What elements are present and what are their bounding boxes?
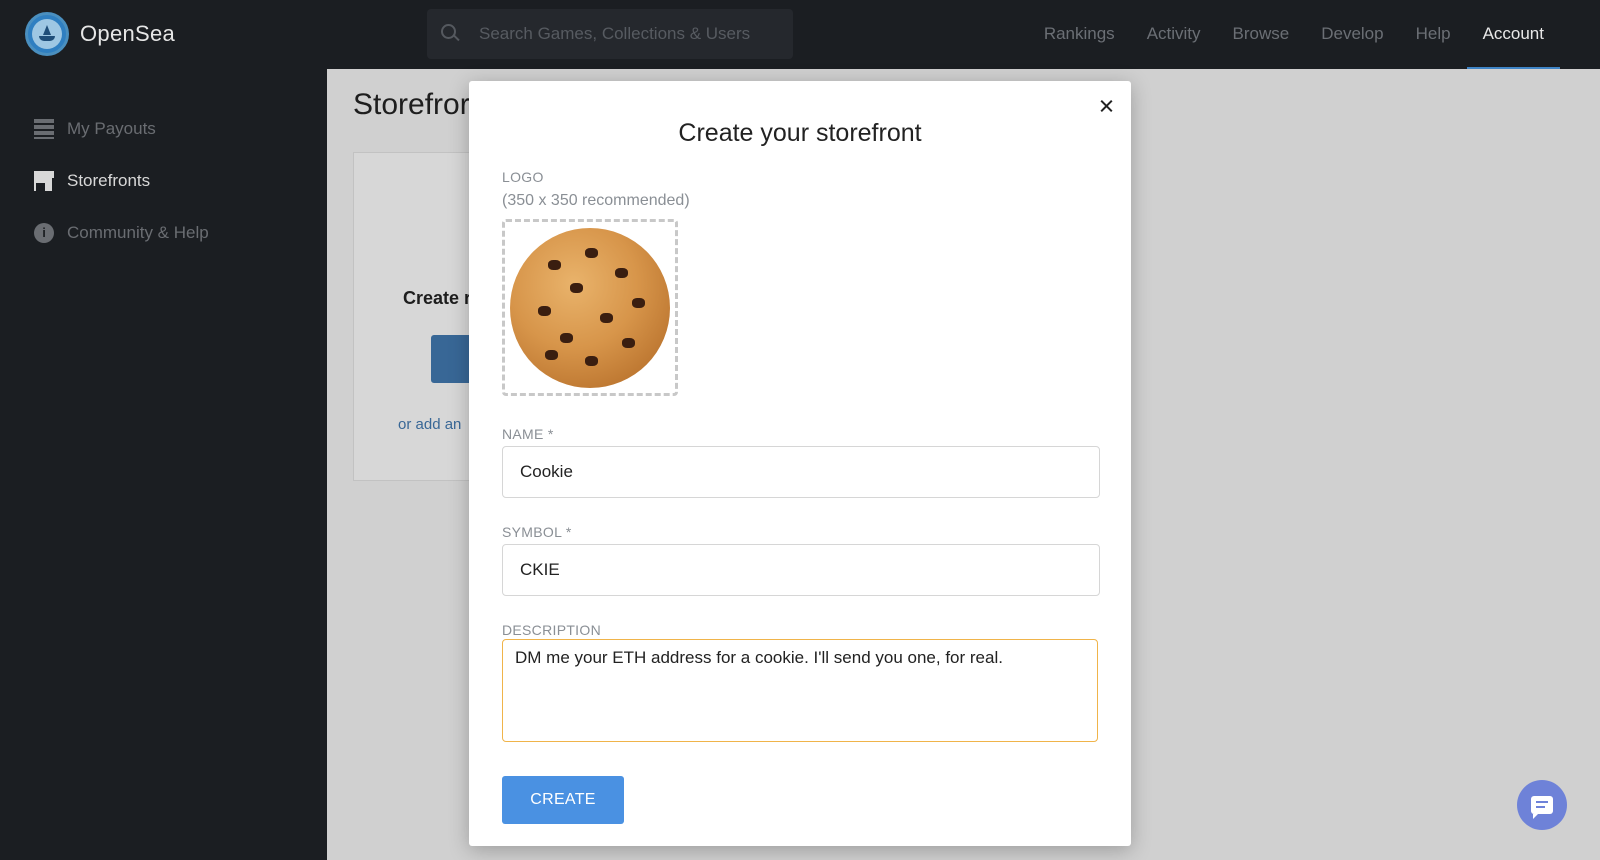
close-icon[interactable] [1097,95,1119,117]
storefront-icon [34,171,54,191]
description-label: DESCRIPTION [502,622,601,638]
sidebar-item-label: Community & Help [67,223,209,242]
nav-browse[interactable]: Browse [1217,0,1306,69]
nav-develop[interactable]: Develop [1305,0,1399,69]
search-box[interactable]: Search Games, Collections & Users [427,9,793,59]
main-nav: Rankings Activity Browse Develop Help Ac… [1028,0,1560,69]
nav-rankings[interactable]: Rankings [1028,0,1131,69]
symbol-label: SYMBOL * [502,524,572,540]
create-storefront-modal: Create your storefront LOGO (350 x 350 r… [469,81,1131,846]
list-icon [34,119,54,139]
logo-upload-dropzone[interactable] [502,219,678,396]
modal-title: Create your storefront [678,119,922,147]
symbol-input[interactable]: CKIE [502,544,1100,596]
sidebar-item-storefronts[interactable]: Storefronts [34,171,150,191]
top-navigation-bar: OpenSea Search Games, Collections & User… [0,0,1600,69]
search-icon [441,24,461,44]
nav-activity[interactable]: Activity [1131,0,1217,69]
sidebar-item-label: Storefronts [67,171,151,190]
sidebar: My Payouts Storefronts i Community & Hel… [0,69,327,860]
name-input[interactable]: Cookie [502,446,1100,498]
logo-label: LOGO [502,169,544,185]
chat-widget-button[interactable] [1517,780,1567,830]
sidebar-item-community-help[interactable]: i Community & Help [34,223,209,243]
logo-size-hint: (350 x 350 recommended) [502,192,690,209]
brand-name[interactable]: OpenSea [80,21,175,47]
info-icon: i [34,223,54,243]
nav-account[interactable]: Account [1466,0,1560,69]
sidebar-item-my-payouts[interactable]: My Payouts [34,119,156,139]
nav-help[interactable]: Help [1400,0,1467,69]
description-textarea[interactable]: DM me your ETH address for a cookie. I'l… [502,639,1098,742]
create-button[interactable]: CREATE [502,776,624,824]
opensea-logo-icon[interactable] [25,12,69,56]
name-label: NAME * [502,426,554,442]
search-input[interactable]: Search Games, Collections & Users [479,24,750,44]
chat-icon [1531,796,1553,819]
cookie-logo-image [510,227,670,388]
sidebar-item-label: My Payouts [67,119,156,138]
